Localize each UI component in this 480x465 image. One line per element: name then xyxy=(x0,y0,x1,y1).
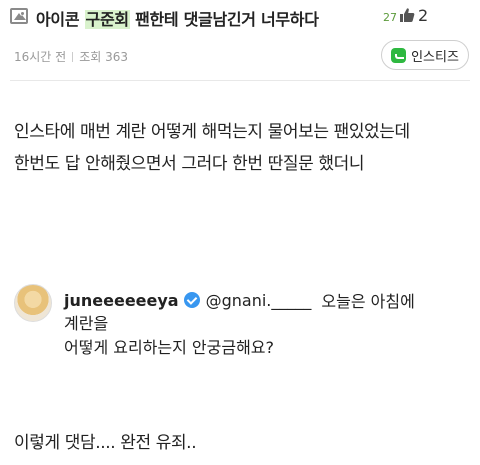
comment-text-3: 어떻게 요리하는지 안궁금해요? xyxy=(64,338,275,357)
title-suffix: 팬한테 댓글남긴거 너무하다 xyxy=(129,10,319,29)
comment-mention: @gnani._____ xyxy=(205,290,312,310)
comment-text-2: 계란을 xyxy=(64,314,109,333)
comment-username: juneeeeeeya xyxy=(64,290,179,310)
image-icon xyxy=(10,8,28,24)
header-divider xyxy=(10,80,470,81)
body-footer-line: 이렇게 댓담.... 완전 유죄.. xyxy=(14,433,197,453)
body-line-1: 인스타에 매번 계란 어떻게 해먹는지 물어보는 팬있었는데 xyxy=(14,122,410,142)
instagram-comment-capture: juneeeeeeya @gnani._____ 오늘은 아침에 계란을 어떻게… xyxy=(14,272,470,384)
body-line-2: 한번도 답 안해줬으면서 그러다 한번 딴질문 했더니 xyxy=(14,154,365,174)
instiz-logo-icon xyxy=(391,47,407,63)
source-label: 인스티즈 xyxy=(411,49,459,65)
title-prefix: 아이콘 xyxy=(36,10,85,29)
comment-header: juneeeeeeya @gnani._____ 오늘은 아침에 xyxy=(64,288,415,312)
post-views: 조회 363 xyxy=(79,50,129,64)
meta-divider xyxy=(72,52,74,62)
thumbs-up-icon xyxy=(400,8,415,22)
avatar xyxy=(14,284,52,322)
post-time: 16시간 전 xyxy=(14,50,67,64)
post-meta: 16시간 전 조회 363 xyxy=(14,48,128,65)
like-button[interactable]: 2 xyxy=(399,4,428,26)
source-button[interactable]: 인스티즈 xyxy=(381,40,469,70)
post-title: 아이콘 구준회 팬한테 댓글남긴거 너무하다 xyxy=(36,6,319,30)
comment-text-1: 오늘은 아침에 xyxy=(321,292,415,311)
like-count: 2 xyxy=(418,5,429,25)
comment-count[interactable]: 27 xyxy=(383,11,397,24)
verified-badge-icon xyxy=(183,292,200,308)
post-title-bar: 아이콘 구준회 팬한테 댓글남긴거 너무하다 27 2 xyxy=(0,0,480,34)
title-highlight: 구준회 xyxy=(84,10,130,29)
